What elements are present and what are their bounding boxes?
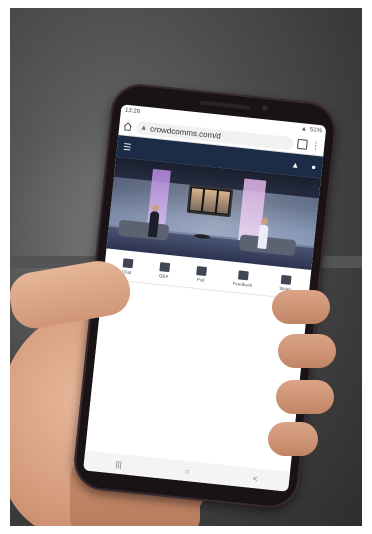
android-nav-bar: ||| ○ < — [83, 450, 291, 492]
tool-label: Feedback — [232, 280, 253, 288]
photo: 13:26 ▲ 51% ▲ crowdcomms.com/d ⋮ ☰ ▲ ● C… — [10, 8, 362, 526]
recents-button[interactable]: ||| — [115, 459, 122, 469]
earpiece-speaker — [199, 100, 251, 110]
studio-monitor — [186, 184, 234, 218]
front-camera — [261, 104, 269, 112]
warning-icon: ▲ — [139, 123, 148, 132]
status-time: 13:26 — [124, 107, 141, 116]
header-actions: ▲ ● — [291, 160, 317, 172]
url-text: crowdcomms.com/d — [149, 123, 222, 141]
status-icons: ▲ 51% — [301, 126, 322, 134]
finger — [268, 422, 318, 456]
signal-icon: ▲ — [300, 126, 308, 133]
bell-icon[interactable]: ▲ — [291, 160, 300, 170]
finger — [278, 334, 336, 368]
tool-label: Q&A — [158, 273, 169, 280]
tool-poll[interactable]: Poll — [195, 266, 208, 283]
more-menu-icon[interactable]: ⋮ — [311, 140, 321, 152]
tool-feedback[interactable]: Feedback — [232, 270, 253, 288]
qa-icon — [159, 262, 171, 273]
home-button[interactable]: ○ — [184, 466, 190, 475]
tool-qa[interactable]: Q&A — [158, 262, 171, 280]
chat-icon — [122, 258, 134, 269]
home-icon[interactable] — [123, 121, 133, 131]
finger — [272, 290, 330, 324]
back-button[interactable]: < — [252, 474, 258, 483]
slides-icon — [280, 274, 292, 285]
feedback-icon — [237, 270, 249, 281]
poll-icon — [196, 266, 208, 277]
user-icon[interactable]: ● — [311, 162, 317, 171]
battery-level: 51% — [309, 127, 323, 135]
finger — [276, 380, 334, 414]
tabs-icon[interactable] — [296, 138, 308, 150]
tool-label: Poll — [196, 277, 205, 283]
hamburger-menu-icon[interactable]: ☰ — [123, 141, 132, 153]
